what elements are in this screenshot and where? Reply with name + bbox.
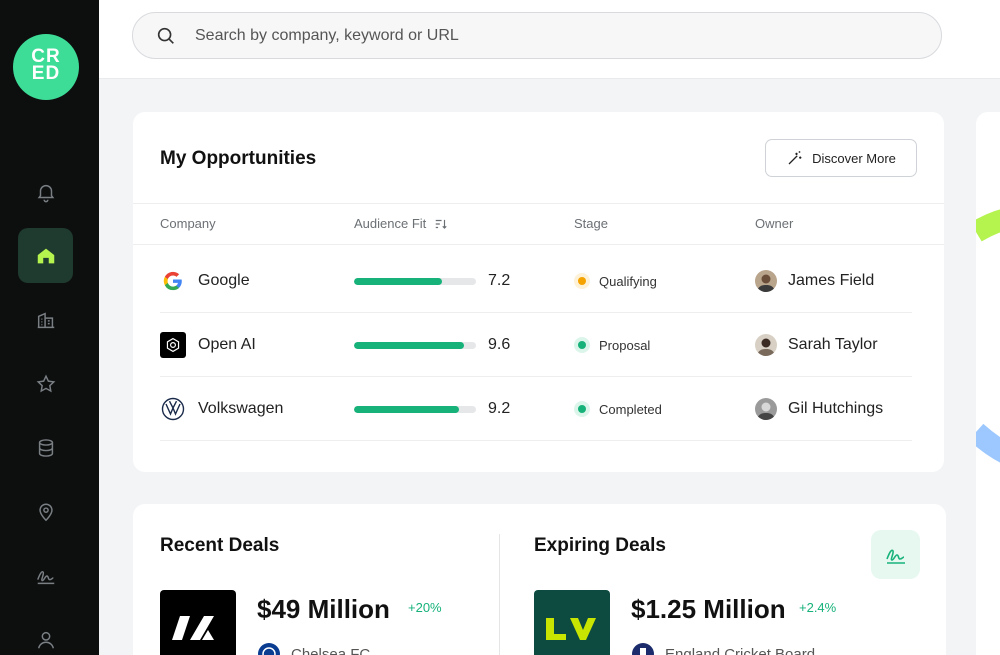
column-audience-fit[interactable]: Audience Fit [354, 216, 448, 231]
magic-wand-icon [788, 151, 802, 165]
owner-cell: Sarah Taylor [755, 313, 878, 377]
recent-deal-club-name: Chelsea FC [291, 645, 371, 655]
building-icon [37, 311, 54, 328]
company-name[interactable]: Google [198, 272, 250, 290]
company-cell: Open AI [160, 313, 256, 377]
recent-deals-title: Recent Deals [160, 535, 280, 556]
owner-name[interactable]: James Field [788, 272, 874, 290]
audience-fit-score: 9.6 [488, 336, 511, 353]
google-logo-icon [160, 268, 186, 294]
audience-fit-cell: 7.2 [354, 249, 510, 313]
company-name[interactable]: Open AI [198, 336, 256, 354]
stage-status-dot [574, 273, 590, 289]
owner-name[interactable]: Sarah Taylor [788, 336, 878, 354]
opportunities-title: My Opportunities [160, 148, 317, 169]
sort-icon[interactable] [434, 217, 448, 231]
expiring-deal-club-name: England Cricket Board [665, 645, 816, 655]
sidebar-item-home[interactable] [18, 228, 73, 283]
expiring-deal-change: +2.4% [799, 600, 837, 615]
recent-deal-change: +20% [408, 600, 442, 615]
search-bar[interactable] [132, 12, 942, 59]
search-input[interactable] [195, 26, 875, 45]
company-cell: Volkswagen [160, 377, 283, 441]
stage-label: Proposal [599, 337, 651, 353]
cricket-board-crest-icon [632, 643, 654, 655]
stage-label: Completed [599, 401, 662, 417]
sidebar-item-contracts[interactable] [18, 548, 73, 603]
side-chart-card [976, 112, 1000, 655]
sidebar: CR ED [0, 0, 99, 655]
signature-icon [885, 548, 905, 564]
stage-status-dot [574, 401, 590, 417]
bell-icon [37, 184, 54, 202]
audience-fit-bar [354, 405, 476, 413]
table-header: Company Audience Fit Stage Owner [133, 203, 944, 245]
audience-fit-score: 9.2 [488, 400, 511, 417]
audience-fit-bar [354, 277, 476, 285]
opportunities-card: My Opportunities Discover More Company A… [133, 112, 944, 472]
recent-deal-amount: $49 Million [257, 594, 390, 624]
owner-cell: James Field [755, 249, 874, 313]
user-icon [37, 631, 54, 648]
avatar[interactable] [755, 334, 777, 356]
cred-logo[interactable]: CR ED [13, 34, 79, 100]
logo-line-2: ED [31, 63, 61, 84]
table-row[interactable]: Volkswagen 9.2 Completed Gil Hutchings [160, 377, 912, 441]
owner-name[interactable]: Gil Hutchings [788, 400, 883, 418]
recent-deal-logo[interactable] [160, 590, 236, 655]
column-stage[interactable]: Stage [574, 216, 608, 231]
avatar[interactable] [755, 270, 777, 292]
discover-more-button[interactable]: Discover More [765, 139, 917, 177]
stage-cell: Proposal [574, 313, 650, 377]
audience-fit-score: 7.2 [488, 272, 511, 289]
stage-cell: Completed [574, 377, 662, 441]
home-icon [37, 248, 54, 263]
company-name[interactable]: Volkswagen [198, 400, 283, 418]
search-icon [157, 27, 174, 44]
chelsea-crest-icon [258, 643, 280, 655]
audience-fit-cell: 9.2 [354, 377, 510, 441]
openai-logo-icon [160, 332, 186, 358]
audience-fit-cell: 9.6 [354, 313, 510, 377]
column-company[interactable]: Company [160, 216, 216, 231]
table-row[interactable]: Open AI 9.6 Proposal Sarah Taylor [160, 313, 912, 377]
star-icon [36, 374, 55, 392]
sidebar-item-companies[interactable] [18, 292, 73, 347]
discover-more-label: Discover More [812, 150, 896, 166]
owner-cell: Gil Hutchings [755, 377, 883, 441]
sidebar-item-profile[interactable] [18, 612, 73, 655]
expiring-deals-title: Expiring Deals [534, 535, 666, 556]
table-row[interactable]: Google 7.2 Qualifying James Field [160, 249, 912, 313]
sign-contract-button[interactable] [871, 530, 920, 579]
signature-icon [36, 570, 54, 584]
stage-status-dot [574, 337, 590, 353]
volkswagen-logo-icon [160, 396, 186, 422]
expiring-deal-amount: $1.25 Million [631, 594, 786, 624]
deals-divider [499, 534, 500, 655]
expiring-deal-club[interactable]: England Cricket Board [631, 642, 815, 655]
sidebar-item-data[interactable] [18, 420, 73, 475]
deals-card: Recent Deals $49 Million +20% Chelsea FC… [133, 504, 946, 655]
location-pin-icon [38, 502, 53, 521]
stage-cell: Qualifying [574, 249, 657, 313]
company-cell: Google [160, 249, 250, 313]
sidebar-item-favorites[interactable] [18, 356, 73, 411]
audience-fit-bar [354, 341, 476, 349]
recent-deal-club[interactable]: Chelsea FC [257, 642, 370, 655]
sidebar-item-locations[interactable] [18, 484, 73, 539]
sidebar-item-notifications[interactable] [18, 164, 73, 219]
stage-label: Qualifying [599, 273, 657, 289]
chart-arc-decoration [976, 209, 1000, 463]
database-icon [38, 438, 53, 457]
top-bar [99, 0, 1000, 79]
column-owner[interactable]: Owner [755, 216, 793, 231]
expiring-deal-logo[interactable] [534, 590, 610, 655]
avatar[interactable] [755, 398, 777, 420]
